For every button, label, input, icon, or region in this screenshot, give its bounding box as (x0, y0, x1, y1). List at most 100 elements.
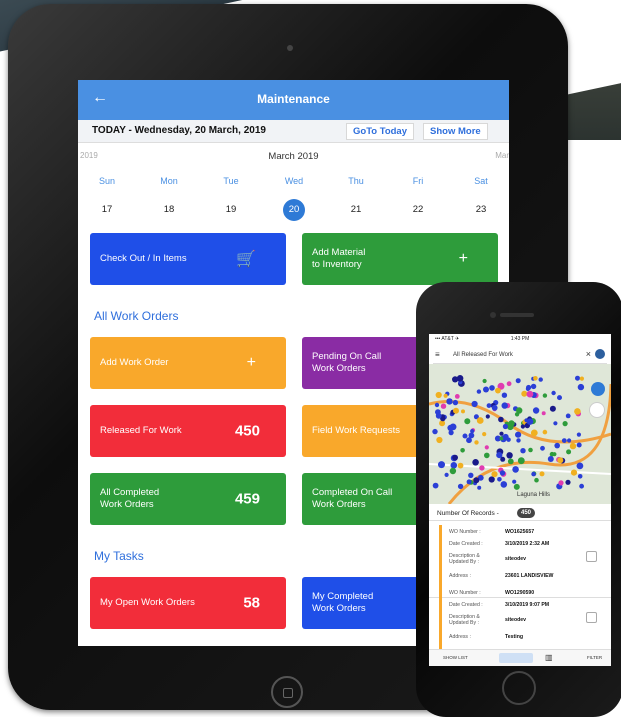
map-marker (435, 412, 442, 419)
calendar-next-label: Marc (495, 151, 509, 160)
map-marker (472, 459, 479, 466)
map-marker (528, 447, 533, 453)
map-marker (466, 479, 472, 485)
map-marker (515, 431, 522, 438)
map-marker (435, 391, 442, 399)
phone-home-button[interactable] (502, 671, 536, 705)
add-work-order-button[interactable]: Add Work Order + (90, 337, 286, 389)
calendar-day[interactable]: 17 (87, 200, 127, 220)
map-marker (553, 421, 558, 426)
map-marker (484, 452, 490, 459)
my-tasks-heading: My Tasks (94, 549, 144, 563)
layers-icon[interactable] (589, 402, 605, 418)
week-calendar: 20 19 March 2019 Marc Sun Mon Tue Wed Thu… (78, 143, 509, 229)
map-marker (525, 386, 530, 391)
map-marker (539, 471, 545, 477)
map-marker (462, 433, 468, 439)
map-marker (552, 452, 557, 457)
weekday-thu: Thu (348, 176, 364, 186)
calendar-day[interactable]: 18 (149, 200, 189, 220)
map-marker (432, 428, 438, 435)
close-icon[interactable]: × (586, 349, 591, 359)
map-marker (541, 411, 546, 416)
completed-count: 459 (234, 490, 260, 508)
calendar-day[interactable]: 23 (461, 200, 501, 220)
map-search-bar[interactable]: ≡ All Released For Work × (433, 347, 607, 364)
filter-tab[interactable]: FILTER (587, 655, 602, 660)
show-more-button[interactable]: Show More (423, 123, 488, 140)
map-marker (520, 424, 525, 429)
map-marker (557, 457, 564, 464)
calendar-month: March 2019 (268, 151, 319, 162)
map-marker (576, 442, 582, 448)
all-completed-button[interactable]: All Completed Work Orders 459 (90, 473, 286, 525)
location-fab[interactable] (591, 382, 605, 396)
work-order-map[interactable]: Laguna Hills (429, 364, 611, 504)
phone-speaker (500, 313, 534, 317)
map-tab[interactable] (499, 653, 533, 663)
menu-icon[interactable]: ≡ (435, 350, 440, 359)
released-count: 450 (234, 422, 260, 440)
map-marker (574, 408, 581, 415)
page-title: Maintenance (257, 92, 330, 106)
calendar-day[interactable]: 22 (398, 200, 438, 220)
bottom-nav: SHOW LIST ▥ FILTER (429, 649, 611, 666)
map-marker (547, 456, 554, 462)
map-marker (575, 375, 580, 381)
map-marker (557, 395, 562, 401)
map-marker (576, 462, 584, 470)
map-marker (538, 377, 543, 382)
map-marker (512, 466, 519, 473)
calendar-day[interactable]: 21 (336, 200, 376, 220)
map-marker (460, 448, 465, 453)
map-marker (512, 479, 517, 484)
map-marker (579, 376, 584, 381)
map-marker (567, 438, 572, 443)
row-checkbox[interactable] (586, 551, 597, 562)
map-marker (491, 471, 498, 478)
tablet-home-button[interactable] (271, 676, 303, 708)
add-material-button[interactable]: Add Material to Inventory + (302, 233, 498, 285)
plus-icon: + (246, 354, 256, 371)
map-marker (452, 376, 459, 383)
map-marker (438, 461, 445, 469)
calendar-day[interactable]: 19 (211, 200, 251, 220)
map-marker (577, 474, 583, 479)
map-marker (479, 465, 485, 471)
calendar-day-selected[interactable]: 20 (274, 199, 314, 221)
map-marker (506, 381, 512, 387)
check-out-in-items-button[interactable]: Check Out / In Items 🛒 (90, 233, 286, 285)
released-for-work-button[interactable]: Released For Work 450 (90, 405, 286, 457)
map-marker (551, 390, 556, 396)
map-marker (526, 390, 534, 398)
map-marker (499, 431, 504, 436)
map-marker (484, 445, 489, 450)
map-marker (482, 378, 487, 384)
map-marker (447, 424, 454, 431)
map-marker (485, 414, 490, 419)
chart-icon[interactable]: ▥ (545, 653, 553, 662)
globe-icon[interactable] (595, 349, 605, 359)
map-marker (569, 442, 577, 450)
map-marker (468, 472, 474, 478)
map-marker (495, 387, 501, 394)
map-marker (446, 398, 453, 405)
map-marker (449, 467, 457, 475)
row-checkbox[interactable] (586, 612, 597, 623)
records-badge: 450 (517, 508, 536, 518)
map-marker (497, 477, 502, 482)
plus-icon: + (458, 250, 468, 267)
show-list-tab[interactable]: SHOW LIST (443, 655, 468, 660)
map-marker (476, 417, 484, 424)
map-marker (533, 376, 538, 381)
my-open-work-orders-button[interactable]: My Open Work Orders 58 (90, 577, 286, 629)
weekday-mon: Mon (160, 176, 178, 186)
list-item[interactable]: WO Number : WO1290590 Date Created : 3/1… (429, 582, 611, 659)
map-marker (562, 421, 568, 427)
map-markers (429, 375, 611, 504)
map-marker (508, 420, 515, 427)
all-work-orders-heading: All Work Orders (94, 309, 179, 323)
map-marker (464, 418, 471, 425)
map-marker (444, 472, 449, 477)
goto-today-button[interactable]: GoTo Today (346, 123, 415, 140)
